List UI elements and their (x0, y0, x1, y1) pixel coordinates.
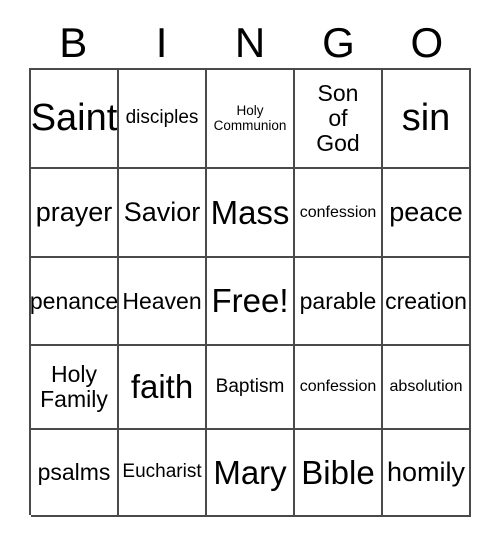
bingo-cell-r2c5[interactable]: peace (383, 169, 471, 258)
bingo-cell-label: penance (31, 287, 119, 314)
bingo-cell-label: Heaven (122, 287, 202, 314)
bingo-cell-r3c4[interactable]: parable (295, 258, 383, 346)
bingo-cell-r4c5[interactable]: absolution (383, 346, 471, 430)
bingo-cell-r5c4[interactable]: Bible (295, 430, 383, 517)
bingo-cell-r4c3[interactable]: Baptism (207, 346, 295, 430)
bingo-cell-r2c3[interactable]: Mass (207, 169, 295, 258)
bingo-cell-free-space[interactable]: Free! (207, 258, 295, 346)
bingo-cell-label: confession (299, 378, 377, 396)
bingo-cell-r1c3[interactable]: Holy Communion (207, 70, 295, 169)
bingo-cell-r4c1[interactable]: Holy Family (31, 346, 119, 430)
bingo-cell-label: Mary (213, 453, 287, 491)
bingo-cell-r1c2[interactable]: disciples (119, 70, 207, 169)
bingo-cell-label: psalms (37, 459, 111, 486)
bingo-cell-r1c4[interactable]: Son of God (295, 70, 383, 169)
bingo-cell-r2c2[interactable]: Savior (119, 169, 207, 258)
bingo-cell-r3c2[interactable]: Heaven (119, 258, 207, 346)
bingo-cell-label: Holy Family (40, 361, 108, 412)
bingo-cell-label: faith (130, 368, 194, 406)
bingo-cell-label: peace (389, 196, 463, 227)
bingo-header-letter-o: O (410, 19, 444, 66)
bingo-cell-r4c2[interactable]: faith (119, 346, 207, 430)
bingo-cell-label: Son of God (316, 80, 360, 156)
bingo-cell-label: sin (401, 96, 451, 139)
bingo-cell-label: prayer (35, 196, 113, 227)
bingo-cell-label: Free! (211, 282, 289, 320)
bingo-cell-r5c5[interactable]: homily (383, 430, 471, 517)
bingo-cell-r1c1[interactable]: Saint (31, 70, 119, 169)
bingo-card: B I N G O Saint disciples Holy Communion… (0, 0, 500, 544)
bingo-cell-label: parable (299, 287, 377, 314)
bingo-cell-r5c3[interactable]: Mary (207, 430, 295, 517)
bingo-cell-label: Saint (31, 96, 118, 139)
bingo-cell-label: Baptism (215, 375, 285, 397)
bingo-cell-label: Bible (301, 453, 375, 491)
bingo-cell-r4c4[interactable]: confession (295, 346, 383, 430)
bingo-cell-r2c1[interactable]: prayer (31, 169, 119, 258)
bingo-cell-label: homily (386, 456, 466, 487)
bingo-cell-label: confession (299, 203, 377, 221)
bingo-cell-label: Holy Communion (213, 102, 287, 133)
bingo-cell-label: creation (385, 287, 467, 314)
bingo-cell-label: absolution (389, 378, 463, 396)
bingo-grid: Saint disciples Holy Communion Son of Go… (29, 68, 471, 517)
bingo-cell-label: disciples (125, 107, 199, 129)
bingo-cell-r3c1[interactable]: penance (31, 258, 119, 346)
bingo-header-row: B I N G O (29, 18, 471, 68)
bingo-cell-r5c2[interactable]: Eucharist (119, 430, 207, 517)
bingo-header-letter-n: N (234, 19, 266, 66)
bingo-cell-r1c5[interactable]: sin (383, 70, 471, 169)
bingo-cell-label: Mass (210, 193, 290, 231)
bingo-cell-r5c1[interactable]: psalms (31, 430, 119, 517)
bingo-cell-label: Eucharist (122, 461, 202, 483)
bingo-cell-label: Savior (123, 196, 201, 227)
bingo-header-letter-b: B (59, 19, 88, 66)
bingo-cell-r3c5[interactable]: creation (383, 258, 471, 346)
bingo-cell-r2c4[interactable]: confession (295, 169, 383, 258)
bingo-header-letter-g: G (322, 19, 355, 66)
bingo-header-letter-i: I (155, 19, 168, 66)
